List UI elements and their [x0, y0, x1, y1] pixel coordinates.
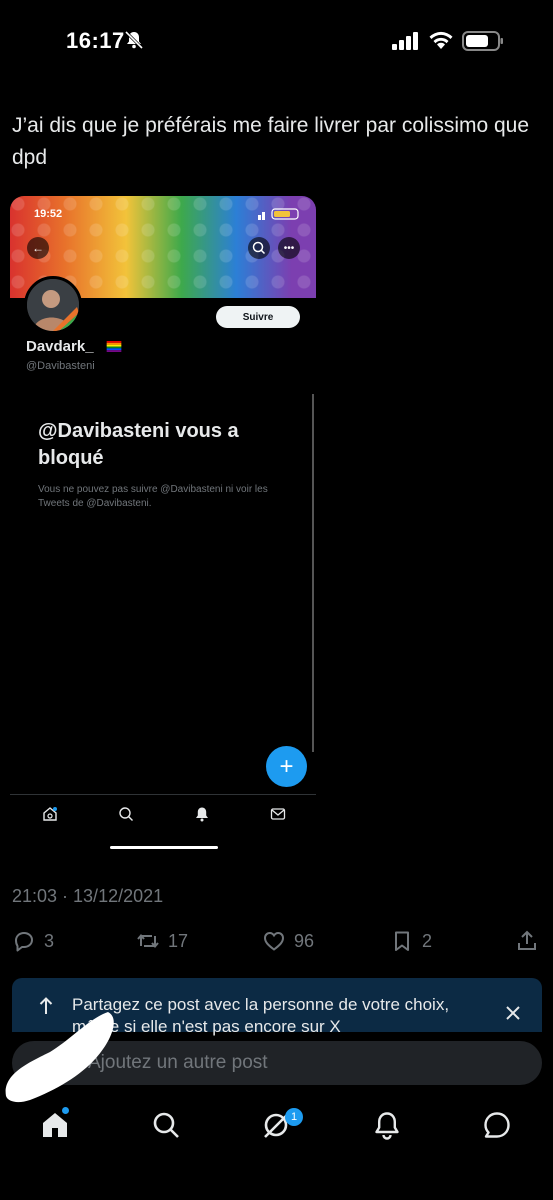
compose-fab-icon: +: [266, 746, 307, 787]
bell-icon[interactable]: [372, 1110, 402, 1140]
home-indicator: [110, 846, 218, 849]
rainbow-flag-icon: [106, 341, 122, 352]
reply-icon: [15, 932, 33, 952]
retweet-icon: [137, 933, 159, 949]
bell-icon: [196, 807, 208, 822]
status-time: 16:17: [66, 28, 125, 53]
notification-dot: [62, 1107, 69, 1114]
grok-badge: 1: [285, 1108, 303, 1126]
tweet-text: J’ai dis que je préférais me faire livre…: [12, 114, 530, 169]
bell-off-icon: [124, 30, 144, 50]
bookmark-count: 2: [422, 930, 433, 951]
blocked-subtitle: Vous ne pouvez pas suivre @Davibasteni n…: [38, 484, 268, 509]
bookmark-button[interactable]: 2: [390, 928, 432, 954]
back-arrow-icon: ←: [27, 237, 49, 259]
home-icon[interactable]: [40, 1110, 70, 1140]
mail-icon: [270, 808, 286, 820]
embedded-screenshot[interactable]: 19:52 ← ••• Suivre Davdark_ @Davibasteni…: [10, 196, 316, 851]
reply-button[interactable]: 3: [12, 928, 54, 954]
more-icon: •••: [278, 237, 300, 259]
reply-count: 3: [44, 930, 55, 951]
like-count: 96: [294, 930, 315, 951]
blocked-title: @Davibasteni vous a bloqué: [38, 420, 239, 469]
search-icon: [248, 237, 270, 259]
share-button[interactable]: [515, 928, 539, 954]
like-button[interactable]: 96: [262, 928, 314, 954]
messages-icon[interactable]: [482, 1110, 512, 1140]
share-icon: [518, 930, 536, 950]
signal-icon: [392, 32, 418, 50]
bookmark-icon: [395, 931, 409, 951]
redaction-scribble: [5, 1012, 114, 1103]
share-banner-text: Partagez ce post avec la personne de vot…: [72, 995, 450, 1036]
avatar: [24, 276, 82, 334]
search-icon[interactable]: [151, 1110, 181, 1140]
heart-icon: [263, 931, 285, 951]
follow-button: Suivre: [216, 306, 300, 328]
profile-name: Davdark_: [26, 338, 94, 355]
embedded-status-icons: [258, 208, 299, 220]
home-icon: [43, 807, 57, 821]
tweet-timestamp: 21:03 · 13/12/2021: [12, 886, 164, 906]
retweet-count: 17: [168, 930, 189, 951]
scrollbar: [312, 394, 314, 752]
close-icon[interactable]: [504, 1004, 522, 1022]
divider: [10, 794, 316, 795]
battery-icon: [462, 31, 503, 51]
profile-handle: @Davibasteni: [26, 360, 95, 372]
search-icon: [119, 807, 133, 821]
retweet-button[interactable]: 17: [136, 928, 188, 954]
embedded-status-time: 19:52: [34, 208, 63, 220]
wifi-icon: [429, 31, 453, 49]
